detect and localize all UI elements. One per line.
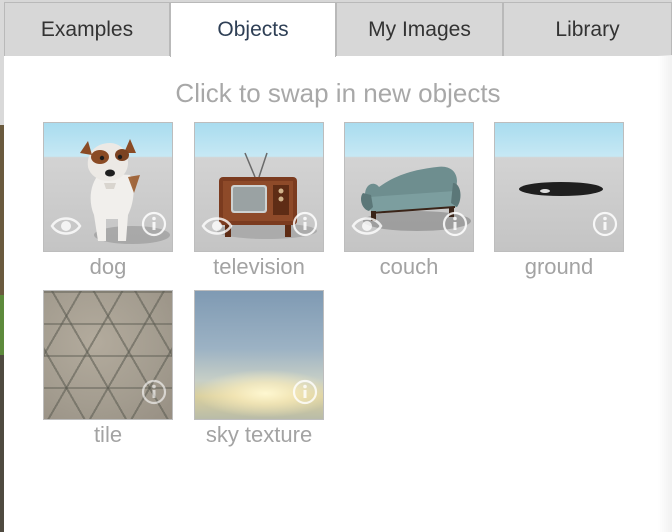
object-label: tile bbox=[93, 422, 123, 447]
dog-thumbnail[interactable] bbox=[43, 122, 173, 252]
object-tile-dog[interactable]: dog bbox=[43, 122, 173, 280]
info-icon[interactable] bbox=[592, 211, 618, 237]
info-icon[interactable] bbox=[141, 211, 167, 237]
tab-library[interactable]: Library bbox=[503, 2, 672, 56]
tab-objects[interactable]: Objects bbox=[170, 2, 336, 57]
object-label: sky texture bbox=[205, 422, 313, 447]
object-label: dog bbox=[89, 254, 127, 279]
objects-panel: Examples Objects My Images Library Click… bbox=[4, 0, 672, 532]
object-tile-ground[interactable]: ground bbox=[494, 122, 624, 280]
object-tile-couch[interactable]: couch bbox=[344, 122, 474, 280]
preview-eye-icon[interactable] bbox=[201, 210, 233, 242]
info-icon[interactable] bbox=[442, 211, 468, 237]
info-icon[interactable] bbox=[292, 379, 318, 405]
couch-thumbnail[interactable] bbox=[344, 122, 474, 252]
tab-bar: Examples Objects My Images Library bbox=[4, 0, 672, 57]
television-thumbnail[interactable] bbox=[194, 122, 324, 252]
object-label: couch bbox=[379, 254, 439, 279]
tile-thumbnail[interactable] bbox=[43, 290, 173, 420]
object-tile-sky-texture[interactable]: sky texture bbox=[194, 290, 324, 448]
object-tile-tile[interactable]: tile bbox=[43, 290, 173, 448]
preview-eye-icon[interactable] bbox=[50, 210, 82, 242]
object-label: television bbox=[213, 254, 305, 279]
tab-examples[interactable]: Examples bbox=[4, 2, 170, 56]
object-label: ground bbox=[524, 254, 594, 279]
object-tile-television[interactable]: television bbox=[194, 122, 324, 280]
info-icon[interactable] bbox=[292, 211, 318, 237]
info-icon[interactable] bbox=[141, 379, 167, 405]
preview-eye-icon[interactable] bbox=[351, 210, 383, 242]
swap-hint: Click to swap in new objects bbox=[175, 78, 501, 108]
tab-my-images[interactable]: My Images bbox=[336, 2, 503, 56]
sky-texture-thumbnail[interactable] bbox=[194, 290, 324, 420]
ground-thumbnail[interactable] bbox=[494, 122, 624, 252]
